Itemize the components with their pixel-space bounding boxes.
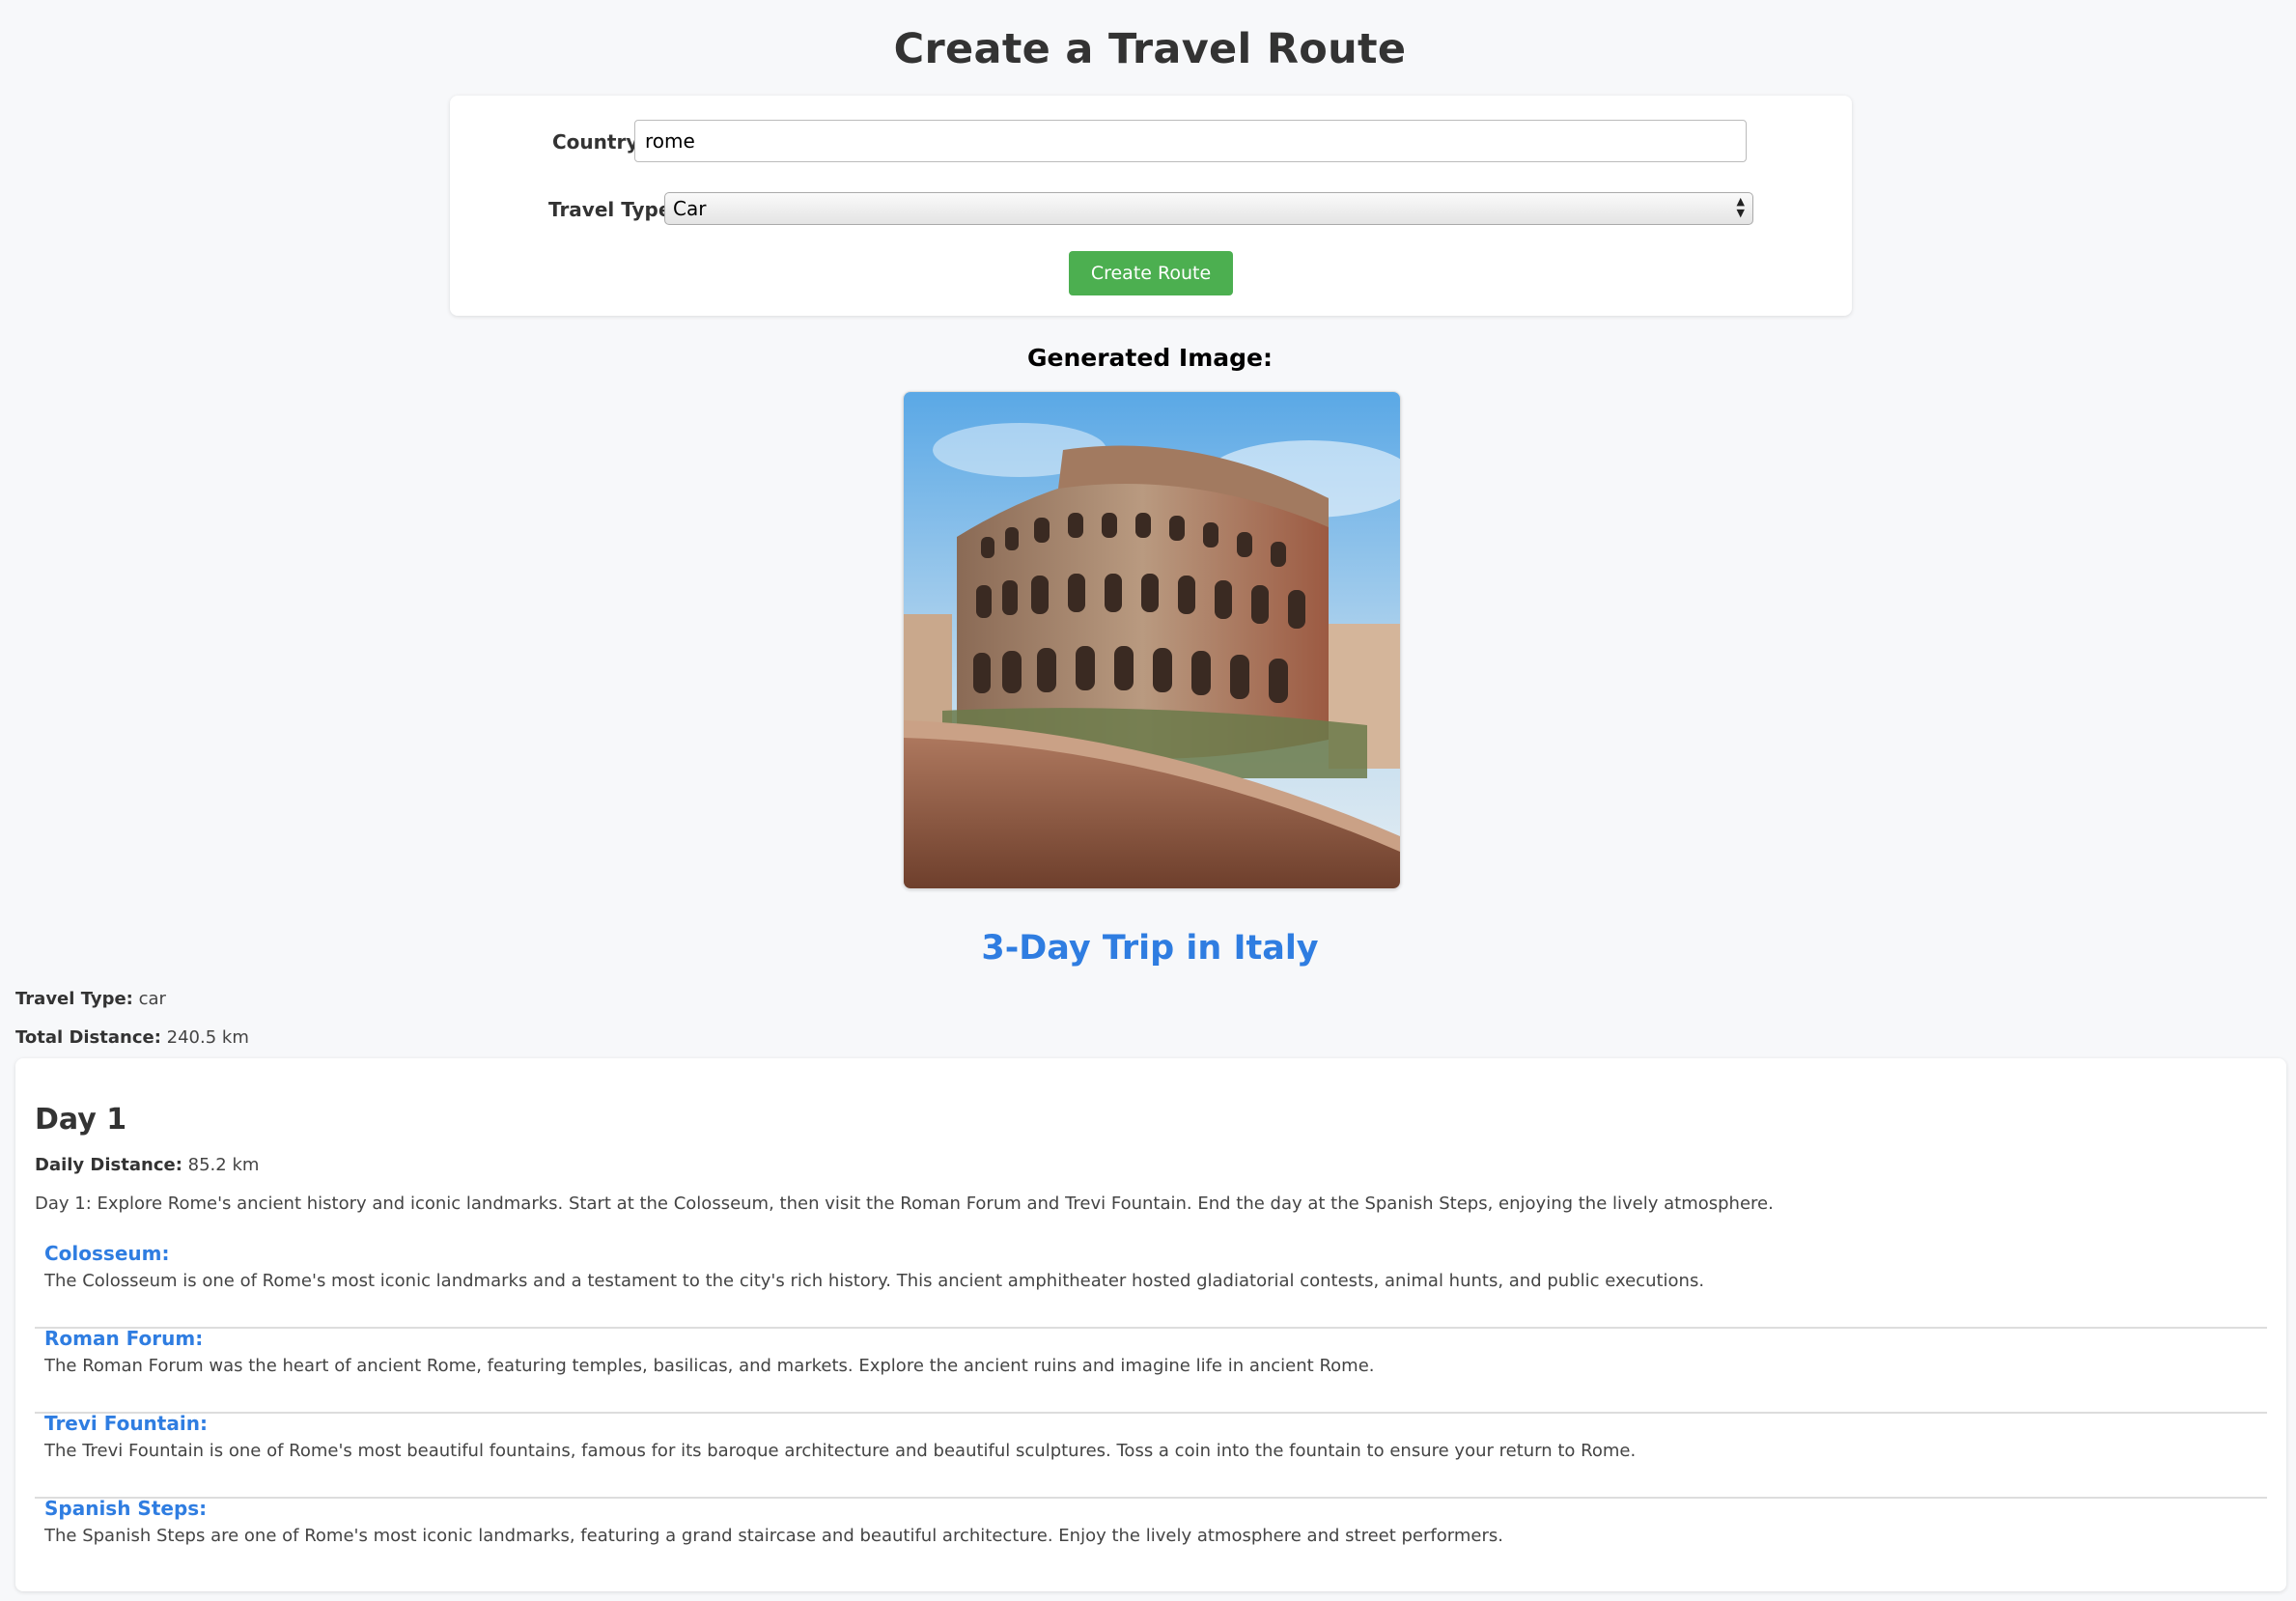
trip-total-distance-value: 240.5 km xyxy=(166,1027,249,1048)
daily-distance: Daily Distance: 85.2 km xyxy=(35,1155,259,1175)
place-name: Spanish Steps: xyxy=(44,1497,208,1520)
place-description: The Spanish Steps are one of Rome's most… xyxy=(44,1526,1503,1546)
create-route-button[interactable]: Create Route xyxy=(1069,251,1233,295)
place-description: The Trevi Fountain is one of Rome's most… xyxy=(44,1441,1637,1461)
trip-total-distance-label: Total Distance: xyxy=(15,1027,161,1048)
trip-travel-type: Travel Type: car xyxy=(15,989,166,1009)
day-title: Day 1 xyxy=(35,1103,127,1137)
country-label: Country: xyxy=(552,130,647,154)
place-item: Roman Forum: The Roman Forum was the hea… xyxy=(35,1327,2267,1414)
country-input[interactable] xyxy=(634,120,1747,162)
place-name: Colosseum: xyxy=(44,1242,170,1265)
place-item: Colosseum: The Colosseum is one of Rome'… xyxy=(35,1242,2267,1329)
trip-total-distance: Total Distance: 240.5 km xyxy=(15,1027,249,1048)
travel-type-select[interactable]: Car ▲ ▼ xyxy=(664,192,1753,225)
trip-travel-type-label: Travel Type: xyxy=(15,989,133,1009)
trip-title: 3-Day Trip in Italy xyxy=(981,929,1319,968)
place-description: The Colosseum is one of Rome's most icon… xyxy=(44,1271,1705,1291)
trip-travel-type-value: car xyxy=(138,989,166,1009)
travel-type-selected-value: Car xyxy=(673,197,707,220)
place-item: Spanish Steps: The Spanish Steps are one… xyxy=(35,1497,2267,1582)
daily-distance-label: Daily Distance: xyxy=(35,1155,182,1175)
place-item: Trevi Fountain: The Trevi Fountain is on… xyxy=(35,1412,2267,1499)
travel-type-label: Travel Type: xyxy=(548,198,680,221)
select-arrows-icon: ▲ ▼ xyxy=(1736,195,1745,219)
generated-image-heading: Generated Image: xyxy=(1026,344,1273,372)
place-name: Trevi Fountain: xyxy=(44,1412,208,1435)
day-card: Day 1 Daily Distance: 85.2 km Day 1: Exp… xyxy=(15,1058,2286,1591)
place-description: The Roman Forum was the heart of ancient… xyxy=(44,1356,1375,1376)
day-description: Day 1: Explore Rome's ancient history an… xyxy=(35,1194,1774,1214)
page-title: Create a Travel Route xyxy=(893,25,1407,73)
generated-image xyxy=(903,391,1401,889)
route-form: Country: Travel Type: Car ▲▼ Create Rout… xyxy=(450,96,1852,316)
daily-distance-value: 85.2 km xyxy=(187,1155,260,1175)
place-name: Roman Forum: xyxy=(44,1327,204,1350)
